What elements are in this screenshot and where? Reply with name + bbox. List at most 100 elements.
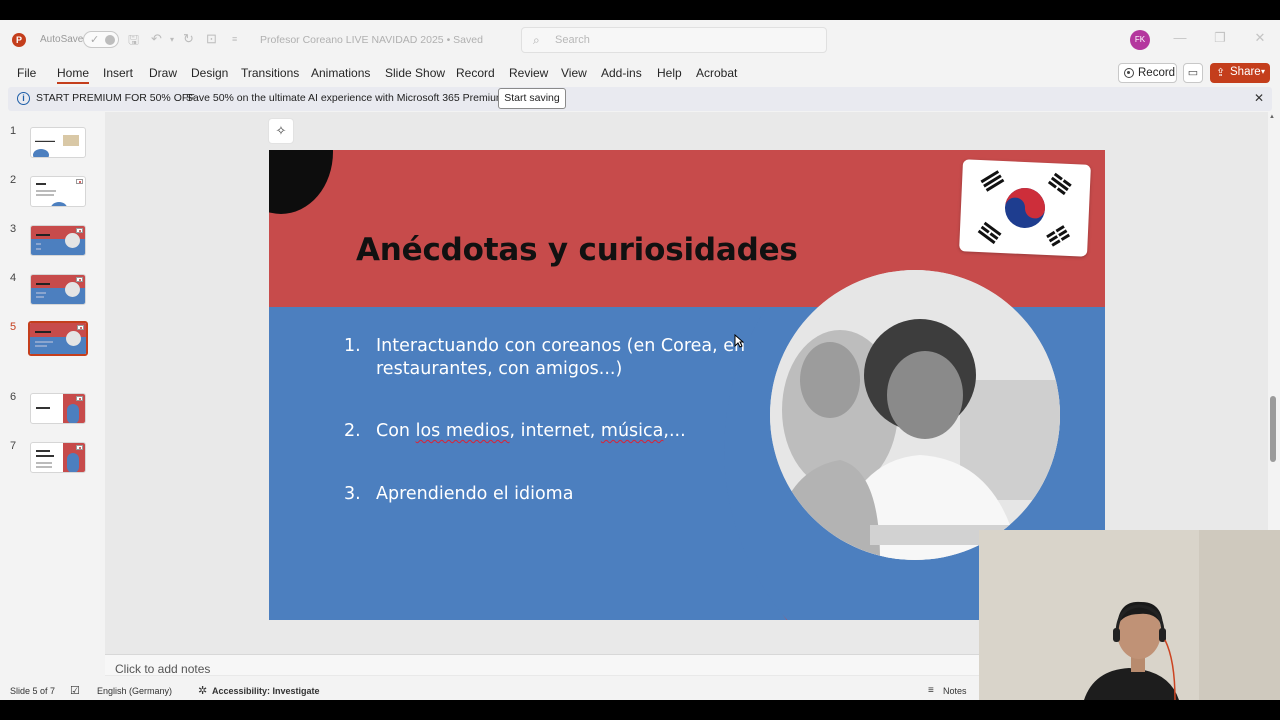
slide-thumbnail-6[interactable] bbox=[30, 393, 86, 424]
accessibility-status[interactable]: Accessibility: Investigate bbox=[212, 686, 320, 696]
students-photo[interactable] bbox=[770, 270, 1060, 560]
thumbnail-title-line bbox=[36, 183, 46, 185]
avatar[interactable]: FK bbox=[1130, 30, 1150, 50]
close-icon[interactable]: ✕ bbox=[1254, 91, 1264, 105]
undo-dropdown-icon[interactable]: ▾ bbox=[170, 35, 174, 44]
presenter-video bbox=[979, 530, 1280, 700]
webcam-overlay bbox=[979, 530, 1280, 700]
letterbox-top bbox=[0, 0, 1280, 20]
tab-insert[interactable]: Insert bbox=[103, 66, 133, 80]
thumbnail-title-line bbox=[36, 283, 50, 285]
comments-button[interactable]: ▭ bbox=[1183, 63, 1203, 83]
thumbnail-flag-icon bbox=[76, 228, 83, 233]
tab-add-ins[interactable]: Add-ins bbox=[601, 66, 642, 80]
search-icon: ⌕ bbox=[533, 33, 540, 47]
students-photo-illustration bbox=[770, 270, 1060, 560]
tab-slide-show[interactable]: Slide Show bbox=[385, 66, 445, 80]
scroll-up-icon[interactable]: ▲ bbox=[1269, 114, 1275, 120]
thumbnail-text-line bbox=[35, 345, 47, 347]
list-number: 3. bbox=[344, 484, 361, 504]
thumbnail-photo bbox=[65, 282, 80, 297]
tab-transitions[interactable]: Transitions bbox=[241, 66, 299, 80]
premium-banner-message: Save 50% on the ultimate AI experience w… bbox=[186, 92, 508, 104]
tab-review[interactable]: Review bbox=[509, 66, 548, 80]
restore-icon[interactable]: ❐ bbox=[1210, 30, 1230, 46]
close-icon[interactable]: ✕ bbox=[1250, 30, 1270, 46]
thumbnail-text-line bbox=[36, 243, 41, 245]
thumbnail-number: 2 bbox=[10, 174, 17, 186]
thumbnail-flag-icon bbox=[76, 445, 83, 450]
search-box[interactable]: ⌕ Search bbox=[521, 27, 827, 53]
tab-home[interactable]: Home bbox=[57, 66, 90, 84]
thumbnail-number: 7 bbox=[10, 440, 17, 452]
record-button-label: Record bbox=[1138, 67, 1176, 79]
thumbnail-text-line bbox=[36, 296, 44, 298]
accessibility-icon: ✲ bbox=[198, 685, 208, 697]
present-icon[interactable]: ⊡ bbox=[206, 31, 217, 47]
document-title[interactable]: Profesor Coreano LIVE NAVIDAD 2025 • Sav… bbox=[260, 34, 483, 46]
thumbnail-title-line: ▬▬▬▬▬ bbox=[35, 138, 55, 143]
list-item-text-part: Con bbox=[376, 421, 416, 441]
start-saving-button[interactable]: Start saving bbox=[498, 88, 566, 109]
list-item-text-part: ,... bbox=[663, 421, 686, 441]
designer-icon[interactable]: ✧ bbox=[268, 118, 294, 144]
share-icon: ⇪ bbox=[1216, 67, 1226, 79]
notes-button[interactable]: Notes bbox=[943, 686, 967, 696]
title-bar: P AutoSave ✓ 🖫 ↶ ▾ ↻ ⊡ ≡ Profesor Corean… bbox=[0, 20, 1280, 60]
notes-placeholder[interactable]: Click to add notes bbox=[115, 662, 210, 676]
save-icon[interactable]: 🖫 bbox=[128, 31, 139, 53]
list-item-text: Con los medios, internet, música,... bbox=[376, 420, 746, 443]
info-icon: i bbox=[17, 92, 30, 105]
thumbnail-text-line bbox=[36, 190, 56, 192]
share-button[interactable]: ⇪ Share ▾ bbox=[1210, 63, 1270, 83]
tab-design[interactable]: Design bbox=[191, 66, 228, 80]
thumbnail-number: 4 bbox=[10, 272, 17, 284]
slide-thumbnail-5[interactable] bbox=[28, 321, 88, 356]
thumbnail-photo bbox=[65, 233, 80, 248]
thumbnail-blue-shape bbox=[67, 404, 79, 423]
tab-help[interactable]: Help bbox=[657, 66, 682, 80]
slide-thumbnail-4[interactable] bbox=[30, 274, 86, 305]
slide-thumbnail-2[interactable] bbox=[30, 176, 86, 207]
list-item-text: Aprendiendo el idioma bbox=[376, 484, 574, 504]
tab-animations[interactable]: Animations bbox=[311, 66, 370, 80]
autosave-label: AutoSave bbox=[40, 34, 84, 45]
slide-thumbnail-1[interactable]: ▬▬▬▬▬ bbox=[30, 127, 86, 158]
chevron-down-icon: ▾ bbox=[1261, 67, 1266, 76]
check-icon: ✓ bbox=[90, 34, 100, 46]
toggle-knob bbox=[105, 35, 115, 45]
thumbnail-text-line bbox=[36, 292, 46, 294]
korean-flag-icon bbox=[977, 170, 1072, 247]
redo-icon[interactable]: ↻ bbox=[183, 31, 194, 47]
tab-acrobat[interactable]: Acrobat bbox=[696, 66, 737, 80]
notes-pane[interactable] bbox=[105, 655, 980, 675]
record-icon bbox=[1124, 68, 1134, 78]
thumbnail-text-line bbox=[36, 462, 52, 464]
tab-record[interactable]: Record bbox=[456, 66, 495, 80]
language-indicator[interactable]: English (Germany) bbox=[97, 686, 172, 696]
undo-icon[interactable]: ↶ bbox=[151, 31, 162, 47]
slide-thumbnail-7[interactable] bbox=[30, 442, 86, 473]
thumbnail-flag-icon bbox=[77, 325, 84, 330]
thumbnail-text-line bbox=[35, 341, 53, 343]
thumbnail-flag-icon bbox=[76, 396, 83, 401]
minimize-icon[interactable]: — bbox=[1170, 30, 1190, 45]
tab-draw[interactable]: Draw bbox=[149, 66, 177, 80]
record-button[interactable]: Record bbox=[1118, 63, 1177, 83]
korean-flag bbox=[959, 159, 1091, 257]
slide-title[interactable]: Anécdotas y curiosidades bbox=[356, 232, 798, 268]
thumbnail-number: 5 bbox=[10, 321, 17, 333]
slide-counter[interactable]: Slide 5 of 7 bbox=[10, 686, 55, 696]
scrollbar-thumb[interactable] bbox=[1270, 396, 1276, 462]
autosave-toggle[interactable]: ✓ bbox=[83, 31, 119, 48]
ribbon-tabs: File Home Insert Draw Design Transitions… bbox=[0, 60, 1280, 88]
slide-thumbnail-pane: 1 ▬▬▬▬▬ 2 3 4 5 6 7 bbox=[0, 112, 105, 676]
slide-thumbnail-3[interactable] bbox=[30, 225, 86, 256]
tab-view[interactable]: View bbox=[561, 66, 587, 80]
customize-toolbar-icon[interactable]: ≡ bbox=[232, 34, 237, 44]
thumbnail-image bbox=[63, 135, 79, 146]
search-placeholder: Search bbox=[555, 34, 590, 46]
premium-banner: i START PREMIUM FOR 50% OFF Save 50% on … bbox=[8, 87, 1272, 111]
spellcheck-icon[interactable]: ☑ bbox=[70, 684, 80, 697]
tab-file[interactable]: File bbox=[17, 66, 36, 80]
